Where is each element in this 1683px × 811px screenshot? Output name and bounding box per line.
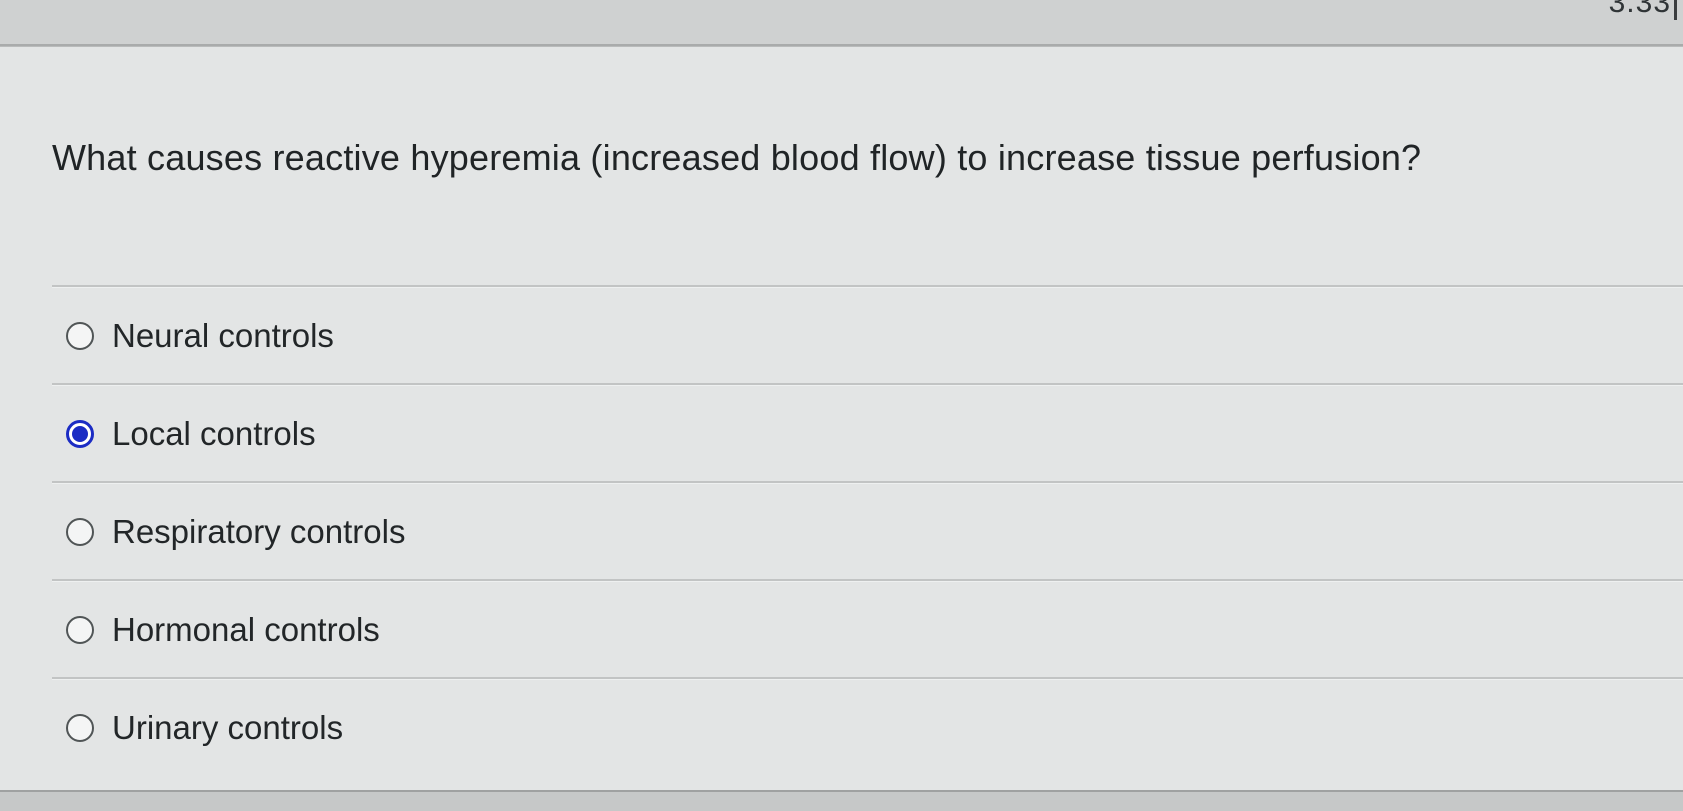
- answer-option-urinary[interactable]: Urinary controls: [52, 680, 1683, 775]
- top-bar: 3.33: [0, 0, 1683, 46]
- answer-label: Hormonal controls: [112, 610, 380, 648]
- answer-list: Neural controls Local controls Respirato…: [52, 285, 1683, 775]
- radio-button[interactable]: [66, 321, 94, 350]
- radio-button[interactable]: [66, 713, 94, 742]
- card-bottom-edge: [0, 790, 1683, 811]
- radio-button-selected[interactable]: [66, 419, 94, 448]
- answer-option-hormonal[interactable]: Hormonal controls: [52, 582, 1683, 677]
- question-card: What causes reactive hyperemia (increase…: [0, 46, 1683, 792]
- points-divider: [1674, 0, 1677, 20]
- answer-label: Urinary controls: [112, 708, 344, 746]
- answer-option-respiratory[interactable]: Respiratory controls: [52, 484, 1683, 579]
- answer-label: Neural controls: [112, 316, 334, 354]
- answer-label: Local controls: [112, 414, 316, 452]
- radio-button[interactable]: [66, 517, 94, 546]
- answer-option-neural[interactable]: Neural controls: [52, 288, 1683, 383]
- answer-label: Respiratory controls: [112, 512, 406, 550]
- answer-option-local[interactable]: Local controls: [52, 386, 1683, 481]
- radio-button[interactable]: [66, 615, 94, 644]
- question-text: What causes reactive hyperemia (increase…: [52, 137, 1422, 178]
- points-value: 3.33: [1608, 0, 1671, 19]
